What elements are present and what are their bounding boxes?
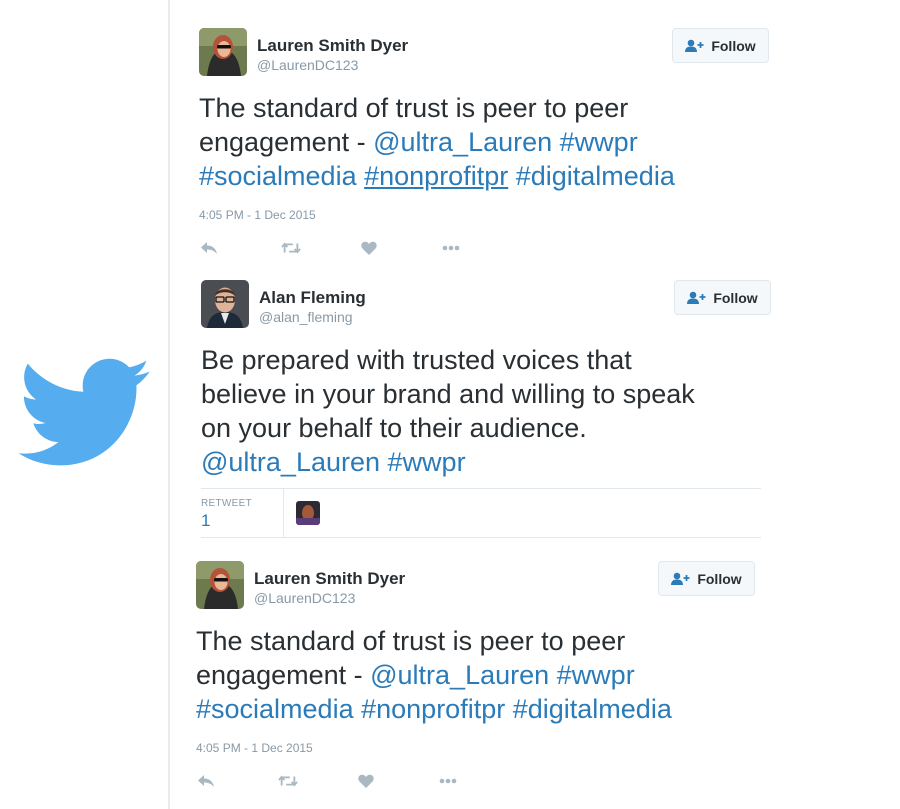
mention-link[interactable]: @ultra_Lauren [201,447,380,477]
more-button[interactable] [441,238,461,258]
user-name[interactable]: Lauren Smith Dyer [257,36,408,56]
follow-button[interactable]: Follow [674,280,771,315]
reply-button[interactable] [196,771,216,791]
hashtag-link[interactable]: #wwpr [557,660,635,690]
user-name[interactable]: Lauren Smith Dyer [254,569,405,589]
tweet-text-line: believe in your brand and willing to spe… [201,377,695,411]
user-name[interactable]: Alan Fleming [259,288,366,308]
hashtag-link[interactable]: #digitalmedia [516,161,675,191]
reply-icon [201,242,217,254]
retweeter-avatar[interactable] [296,501,320,525]
more-icon [439,778,457,784]
text-segment [354,694,362,724]
like-button[interactable] [359,238,379,258]
text-segment: The standard of trust is peer to peer [196,626,626,656]
text-segment: The standard of trust is peer to peer [199,93,629,123]
tweet-text-line: The standard of trust is peer to peer [199,91,675,125]
hashtag-link[interactable]: #nonprofitpr [364,161,508,191]
user-handle[interactable]: @alan_fleming [259,309,353,325]
retweet-button[interactable] [281,238,301,258]
reply-icon [198,775,214,787]
text-segment [505,694,513,724]
text-segment [508,161,516,191]
retweet-icon [278,775,298,787]
follow-label: Follow [697,570,742,587]
tweet-text-line: The standard of trust is peer to peer [196,624,672,658]
tweet-text-line: on your behalf to their audience. [201,411,695,445]
heart-icon [358,774,374,788]
tweet-text-line: engagement - @ultra_Lauren #wwpr [199,125,675,159]
hashtag-link[interactable]: #socialmedia [196,694,354,724]
text-segment: engagement - [199,127,374,157]
tweet-text-line: #socialmedia #nonprofitpr #digitalmedia [196,692,672,726]
more-icon [442,245,460,251]
retweet-count[interactable]: 1 [201,511,210,531]
text-segment: on your behalf to their audience. [201,413,587,443]
hashtag-link[interactable]: #nonprofitpr [361,694,505,724]
tweet-text: The standard of trust is peer to peer en… [199,91,675,193]
avatar[interactable] [199,28,247,76]
avatar[interactable] [201,280,249,328]
hashtag-link[interactable]: #wwpr [560,127,638,157]
stat-divider [283,489,284,537]
hashtag-link[interactable]: #wwpr [388,447,466,477]
retweet-button[interactable] [278,771,298,791]
tweet-card: Lauren Smith Dyer @LaurenDC123 Follow Th… [199,28,769,258]
tweet-timestamp[interactable]: 4:05 PM - 1 Dec 2015 [199,208,316,222]
user-handle[interactable]: @LaurenDC123 [254,590,355,606]
more-button[interactable] [438,771,458,791]
text-segment: Be prepared with trusted voices that [201,345,632,375]
hashtag-link[interactable]: #socialmedia [199,161,357,191]
tweet-text-line: @ultra_Lauren #wwpr [201,445,695,479]
text-segment [357,161,365,191]
tweet-text-line: #socialmedia #nonprofitpr #digitalmedia [199,159,675,193]
tweet-actions [196,771,496,791]
follow-label: Follow [711,37,756,54]
tweet-card: Alan Fleming @alan_fleming Follow Be pre… [201,280,771,538]
avatar[interactable] [196,561,244,609]
retweet-stat-label: RETWEET [201,498,252,509]
tweet-timestamp[interactable]: 4:05 PM - 1 Dec 2015 [196,741,313,755]
tweet-text-line: engagement - @ultra_Lauren #wwpr [196,658,672,692]
follow-button[interactable]: Follow [658,561,755,596]
tweet-stats: RETWEET 1 [201,488,761,538]
twitter-bird-icon [18,358,150,466]
user-handle[interactable]: @LaurenDC123 [257,57,358,73]
heart-icon [361,241,377,255]
tweet-card: Lauren Smith Dyer @LaurenDC123 Follow Th… [196,561,766,791]
retweet-icon [281,242,301,254]
text-segment [380,447,388,477]
add-user-icon [687,291,706,304]
follow-button[interactable]: Follow [672,28,769,63]
mention-link[interactable]: @ultra_Lauren [370,660,549,690]
add-user-icon [685,39,704,52]
text-segment [549,660,557,690]
mention-link[interactable]: @ultra_Lauren [373,127,552,157]
follow-label: Follow [713,289,758,306]
tweet-text: Be prepared with trusted voices that bel… [201,343,695,479]
hashtag-link[interactable]: #digitalmedia [513,694,672,724]
text-segment: engagement - [196,660,371,690]
reply-button[interactable] [199,238,219,258]
vertical-divider [168,0,170,809]
text-segment [552,127,560,157]
like-button[interactable] [356,771,376,791]
tweet-actions [199,238,499,258]
text-segment: believe in your brand and willing to spe… [201,379,695,409]
tweet-text: The standard of trust is peer to peer en… [196,624,672,726]
tweet-text-line: Be prepared with trusted voices that [201,343,695,377]
add-user-icon [671,572,690,585]
